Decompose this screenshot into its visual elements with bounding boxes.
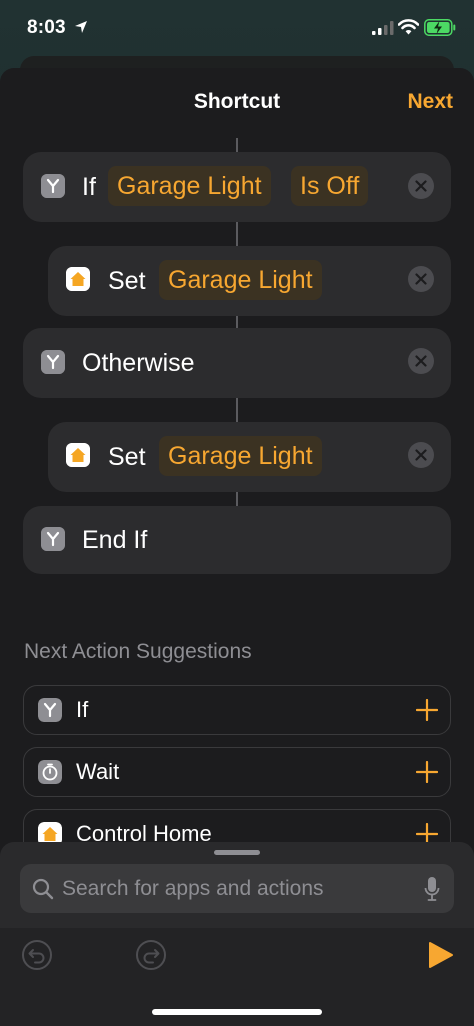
home-icon bbox=[66, 443, 90, 467]
variable-token-garage-light[interactable]: Garage Light bbox=[108, 166, 271, 206]
close-icon bbox=[415, 180, 427, 192]
suggestions-heading: Next Action Suggestions bbox=[24, 640, 252, 663]
home-indicator bbox=[152, 1009, 322, 1015]
nav-title: Shortcut bbox=[193, 90, 281, 113]
suggestion-label: Wait bbox=[76, 759, 120, 784]
undo-icon[interactable] bbox=[21, 939, 53, 971]
accessory-token-garage-light[interactable]: Garage Light bbox=[159, 260, 322, 300]
action-end-if[interactable]: End If bbox=[23, 506, 451, 574]
timer-icon bbox=[38, 760, 62, 784]
battery-charging-icon bbox=[424, 19, 456, 36]
status-bar: 8:03 bbox=[0, 0, 474, 56]
panel-grabber-handle[interactable] bbox=[214, 850, 260, 855]
action-otherwise[interactable]: Otherwise bbox=[23, 328, 451, 398]
remove-action-button[interactable] bbox=[408, 442, 434, 468]
next-button[interactable]: Next bbox=[407, 90, 453, 114]
suggestion-wait[interactable]: Wait bbox=[23, 747, 451, 797]
flow-connector bbox=[236, 492, 238, 506]
suggestion-label: If bbox=[76, 697, 89, 722]
status-time: 8:03 bbox=[27, 17, 66, 38]
remove-action-button[interactable] bbox=[408, 266, 434, 292]
action-if[interactable]: If Garage Light Is Off bbox=[23, 152, 451, 222]
action-keyword: Otherwise bbox=[82, 349, 195, 377]
flow-connector bbox=[236, 138, 238, 152]
if-branch-icon bbox=[41, 350, 65, 374]
search-placeholder: Search for apps and actions bbox=[62, 877, 324, 900]
suggestion-if[interactable]: If bbox=[23, 685, 451, 735]
cellular-signal-icon bbox=[372, 21, 394, 35]
location-arrow-icon bbox=[75, 21, 87, 33]
redo-icon[interactable] bbox=[135, 939, 167, 971]
action-set-home[interactable]: Set Garage Light bbox=[48, 422, 451, 492]
flow-connector bbox=[236, 222, 238, 246]
play-icon[interactable] bbox=[428, 941, 454, 969]
remove-action-button[interactable] bbox=[408, 173, 434, 199]
add-icon[interactable] bbox=[416, 699, 438, 721]
close-icon bbox=[415, 355, 427, 367]
action-keyword: Set bbox=[108, 267, 146, 295]
if-branch-icon bbox=[41, 527, 65, 551]
close-icon bbox=[415, 273, 427, 285]
flow-connector bbox=[236, 316, 238, 328]
action-set-home[interactable]: Set Garage Light bbox=[48, 246, 451, 316]
action-keyword: If bbox=[82, 173, 96, 201]
search-icon bbox=[32, 878, 54, 900]
flow-connector bbox=[236, 398, 238, 422]
home-icon bbox=[66, 267, 90, 291]
action-keyword: End If bbox=[82, 526, 148, 554]
if-branch-icon bbox=[41, 174, 65, 198]
condition-token-is-off[interactable]: Is Off bbox=[291, 166, 369, 206]
wifi-icon bbox=[398, 19, 419, 35]
add-icon[interactable] bbox=[416, 761, 438, 783]
remove-action-button[interactable] bbox=[408, 348, 434, 374]
accessory-token-garage-light[interactable]: Garage Light bbox=[159, 436, 322, 476]
close-icon bbox=[415, 449, 427, 461]
microphone-icon[interactable] bbox=[424, 876, 440, 902]
search-input[interactable]: Search for apps and actions bbox=[20, 864, 454, 913]
action-keyword: Set bbox=[108, 443, 146, 471]
if-branch-icon bbox=[38, 698, 62, 722]
